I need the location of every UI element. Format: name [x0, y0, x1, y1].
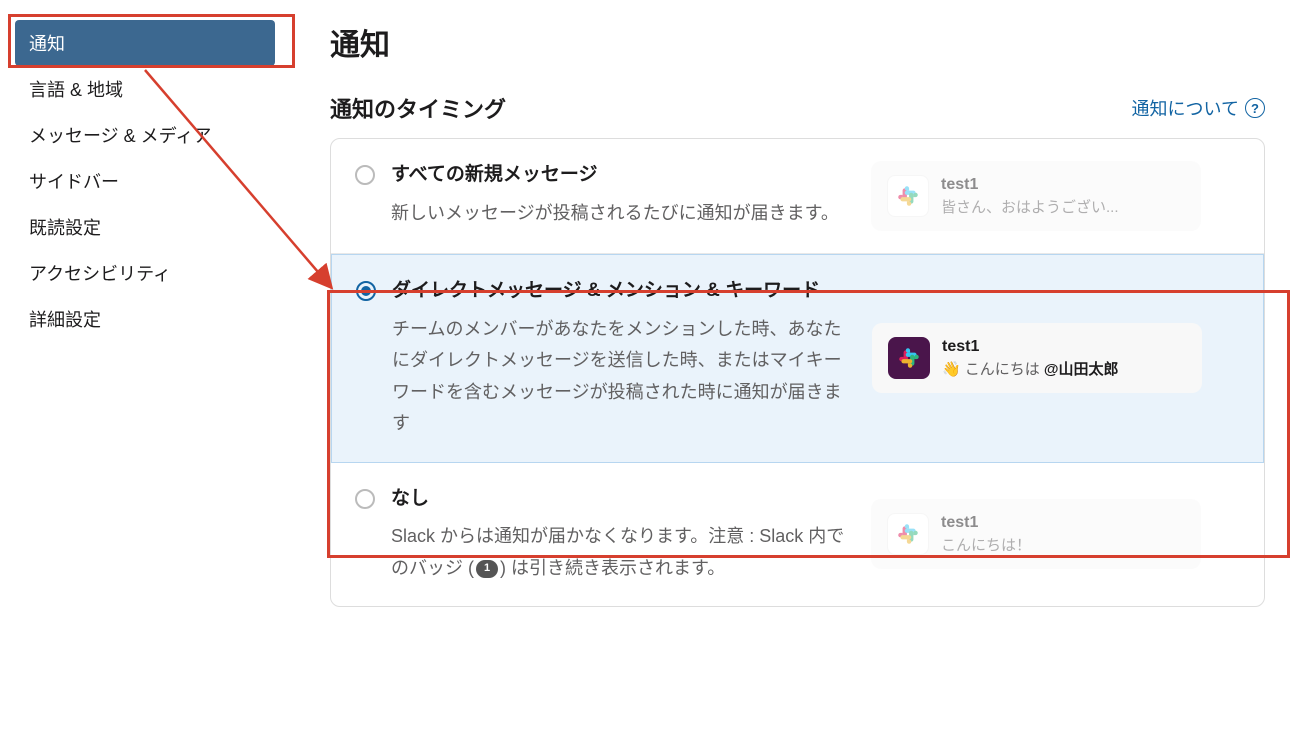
sidebar-item-accessibility[interactable]: アクセシビリティ [15, 250, 275, 296]
preview-greeting: こんにちは [965, 361, 1044, 378]
preview-message: 皆さん、おはようござい... [941, 196, 1185, 217]
wave-emoji-icon: 👋 [942, 361, 961, 378]
option-title: なし [391, 485, 851, 514]
sidebar-item-messages-media[interactable]: メッセージ & メディア [15, 112, 275, 158]
page-title: 通知 [330, 20, 1265, 64]
preview-sender: test1 [941, 176, 1185, 194]
option-desc: Slack からは通知が届かなくなります。注意 : Slack 内でのバッジ (… [391, 521, 851, 584]
sidebar-item-advanced[interactable]: 詳細設定 [15, 296, 275, 342]
section-title-notify-timing: 通知のタイミング [330, 92, 506, 124]
main-content: 通知 通知のタイミング 通知について ? すべての新規メッセージ 新しいメッセー… [290, 20, 1275, 607]
notification-preview: test1 👋こんにちは @山田太郎 [872, 323, 1202, 393]
help-link-label: 通知について [1132, 95, 1239, 121]
badge-count-icon: 1 [476, 560, 498, 578]
sidebar-item-notifications[interactable]: 通知 [15, 20, 275, 66]
slack-icon [887, 175, 929, 217]
radio-dm-mentions-keywords[interactable] [356, 281, 376, 301]
radio-all-new-messages[interactable] [355, 165, 375, 185]
option-title: すべての新規メッセージ [391, 161, 851, 190]
preview-mention: @山田太郎 [1044, 361, 1119, 378]
sidebar-item-sidebar[interactable]: サイドバー [15, 158, 275, 204]
settings-sidebar: 通知 言語 & 地域 メッセージ & メディア サイドバー 既読設定 アクセシビ… [15, 20, 290, 607]
option-all-new-messages[interactable]: すべての新規メッセージ 新しいメッセージが投稿されるたびに通知が届きます。 te… [331, 139, 1264, 254]
slack-icon [888, 337, 930, 379]
slack-icon [887, 513, 929, 555]
sidebar-item-language-region[interactable]: 言語 & 地域 [15, 66, 275, 112]
option-desc: 新しいメッセージが投稿されるたびに通知が届きます。 [391, 198, 851, 230]
option-title: ダイレクトメッセージ & メンション & キーワード [392, 277, 852, 306]
preview-message: こんにちは！ [941, 534, 1185, 555]
help-link-about-notifications[interactable]: 通知について ? [1132, 95, 1265, 121]
preview-message: 👋こんにちは @山田太郎 [942, 358, 1186, 379]
preview-sender: test1 [941, 514, 1185, 532]
option-dm-mentions-keywords[interactable]: ダイレクトメッセージ & メンション & キーワード チームのメンバーがあなたを… [331, 254, 1264, 463]
help-icon: ? [1245, 98, 1265, 118]
preview-sender: test1 [942, 338, 1186, 356]
desc-post: ) は引き続き表示されます。 [500, 558, 725, 578]
option-desc: チームのメンバーがあなたをメンションした時、あなたにダイレクトメッセージを送信し… [392, 314, 852, 440]
radio-none[interactable] [355, 489, 375, 509]
sidebar-item-mark-as-read[interactable]: 既読設定 [15, 204, 275, 250]
notification-preview: test1 皆さん、おはようござい... [871, 161, 1201, 231]
notification-preview: test1 こんにちは！ [871, 499, 1201, 569]
notification-options-list: すべての新規メッセージ 新しいメッセージが投稿されるたびに通知が届きます。 te… [330, 138, 1265, 607]
option-none[interactable]: なし Slack からは通知が届かなくなります。注意 : Slack 内でのバッ… [331, 463, 1264, 607]
